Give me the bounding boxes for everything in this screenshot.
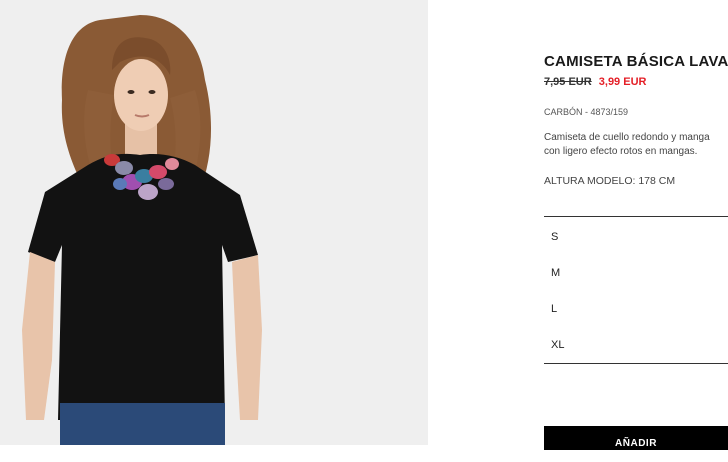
- product-photo[interactable]: [0, 0, 428, 445]
- description-line: Camiseta de cuello redondo y manga: [544, 132, 710, 143]
- product-info-panel: CAMISETA BÁSICA LAVADA 7,95 EUR 3,99 EUR…: [544, 0, 728, 450]
- description-line: con ligero efecto rotos en mangas.: [544, 146, 698, 157]
- old-price: 7,95 EUR: [544, 76, 592, 88]
- size-option-s[interactable]: S: [544, 219, 728, 255]
- add-to-cart-button[interactable]: AÑADIR: [544, 426, 728, 450]
- price-row: 7,95 EUR 3,99 EUR: [544, 76, 646, 88]
- size-option-l[interactable]: L: [544, 291, 728, 327]
- sale-price: 3,99 EUR: [598, 76, 647, 88]
- size-selector: S M L XL: [544, 216, 728, 364]
- product-description: Camiseta de cuello redondo y manga con l…: [544, 131, 728, 159]
- color-reference: CARBÓN - 4873/159: [544, 107, 629, 117]
- size-option-m[interactable]: M: [544, 255, 728, 291]
- size-option-xl[interactable]: XL: [544, 327, 728, 363]
- model-wearing-tshirt-image: [0, 0, 428, 445]
- product-title: CAMISETA BÁSICA LAVADA: [544, 53, 728, 70]
- model-height: ALTURA MODELO: 178 CM: [544, 175, 676, 187]
